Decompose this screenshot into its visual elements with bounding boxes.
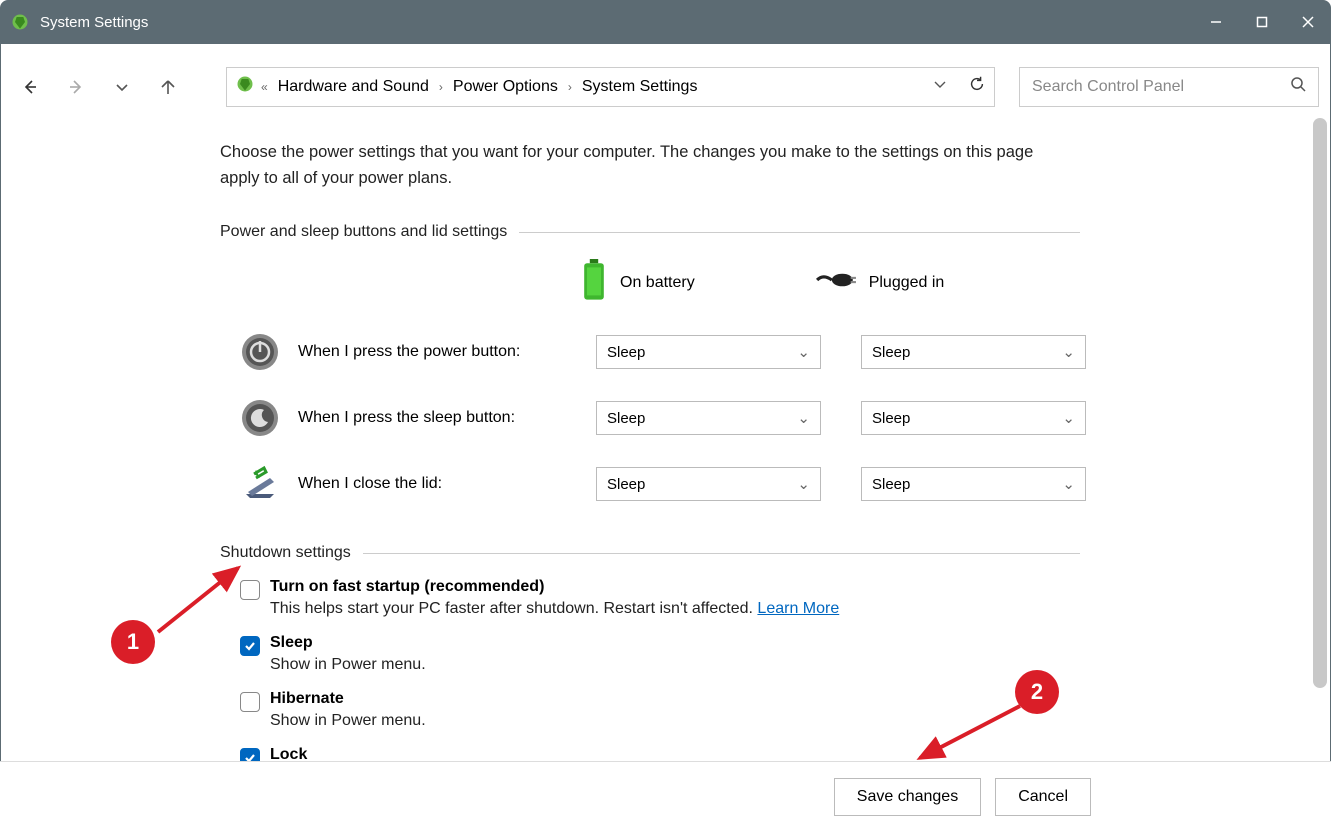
select-power-plugged[interactable]: Sleep⌄ [861, 335, 1086, 369]
window-title: System Settings [40, 14, 148, 31]
annotation-arrow-1 [150, 560, 250, 640]
setting-row-sleep-button: When I press the sleep button: Sleep⌄ Sl… [220, 398, 1331, 438]
column-headers: On battery Plugged in [220, 259, 1331, 306]
setting-label: When I press the power button: [298, 343, 578, 361]
lid-icon [240, 464, 280, 504]
save-changes-button[interactable]: Save changes [834, 778, 981, 816]
control-panel-icon [235, 74, 255, 99]
select-sleep-battery[interactable]: Sleep⌄ [596, 401, 821, 435]
breadcrumb-item[interactable]: System Settings [578, 78, 702, 96]
checkbox-title: Sleep [270, 634, 426, 652]
search-input[interactable] [1032, 78, 1290, 96]
breadcrumb-item[interactable]: Hardware and Sound [274, 78, 433, 96]
checkbox-title: Turn on fast startup (recommended) [270, 578, 839, 596]
column-header-battery: On battery [580, 259, 695, 306]
checkbox-subtitle: Show in Power menu. [270, 712, 426, 730]
setting-label: When I close the lid: [298, 475, 578, 493]
breadcrumb-item[interactable]: Power Options [449, 78, 562, 96]
select-sleep-plugged[interactable]: Sleep⌄ [861, 401, 1086, 435]
checkbox-hibernate[interactable] [240, 692, 260, 712]
select-lid-plugged[interactable]: Sleep⌄ [861, 467, 1086, 501]
column-header-plugged: Plugged in [815, 259, 945, 306]
annotation-badge-1: 1 [111, 620, 155, 664]
search-icon[interactable] [1290, 76, 1306, 97]
app-icon [10, 12, 30, 32]
section-header-buttons: Power and sleep buttons and lid settings [220, 223, 1080, 241]
plug-icon [815, 268, 857, 297]
minimize-button[interactable] [1193, 0, 1239, 44]
navbar: « Hardware and Sound › Power Options › S… [0, 58, 1331, 116]
forward-button[interactable] [58, 69, 94, 105]
back-button[interactable] [12, 69, 48, 105]
chevron-down-icon[interactable] [932, 76, 948, 97]
checkbox-row-hibernate: Hibernate Show in Power menu. [240, 690, 1331, 730]
learn-more-link[interactable]: Learn More [757, 600, 839, 617]
checkbox-row-sleep: Sleep Show in Power menu. [240, 634, 1331, 674]
checkbox-row-fast-startup: Turn on fast startup (recommended) This … [240, 578, 1331, 618]
battery-icon [580, 259, 608, 306]
recent-locations-button[interactable] [104, 69, 140, 105]
intro-text: Choose the power settings that you want … [220, 140, 1070, 191]
chevron-left-icon: « [261, 80, 268, 94]
power-button-icon [240, 332, 280, 372]
sleep-button-icon [240, 398, 280, 438]
refresh-icon[interactable] [968, 75, 986, 98]
setting-row-lid: When I close the lid: Sleep⌄ Sleep⌄ [220, 464, 1331, 504]
up-button[interactable] [150, 69, 186, 105]
titlebar: System Settings [0, 0, 1331, 44]
close-button[interactable] [1285, 0, 1331, 44]
column-label: Plugged in [869, 274, 945, 292]
address-bar[interactable]: « Hardware and Sound › Power Options › S… [226, 67, 995, 107]
setting-row-power-button: When I press the power button: Sleep⌄ Sl… [220, 332, 1331, 372]
content-area: Choose the power settings that you want … [0, 118, 1331, 761]
checkbox-subtitle: This helps start your PC faster after sh… [270, 600, 839, 618]
annotation-badge-2: 2 [1015, 670, 1059, 714]
select-power-battery[interactable]: Sleep⌄ [596, 335, 821, 369]
cancel-button[interactable]: Cancel [995, 778, 1091, 816]
checkbox-title: Lock [270, 746, 307, 761]
setting-label: When I press the sleep button: [298, 409, 578, 427]
search-box[interactable] [1019, 67, 1319, 107]
footer: Save changes Cancel [0, 761, 1331, 831]
shutdown-settings-list: Turn on fast startup (recommended) This … [220, 578, 1331, 761]
section-header-shutdown: Shutdown settings [220, 544, 1080, 562]
checkbox-row-lock: Lock [240, 746, 1331, 761]
chevron-right-icon: › [439, 80, 443, 94]
column-label: On battery [620, 274, 695, 292]
select-lid-battery[interactable]: Sleep⌄ [596, 467, 821, 501]
chevron-right-icon: › [568, 80, 572, 94]
maximize-button[interactable] [1239, 0, 1285, 44]
annotation-arrow-2 [910, 700, 1030, 770]
section-title: Power and sleep buttons and lid settings [220, 223, 507, 241]
checkbox-subtitle: Show in Power menu. [270, 656, 426, 674]
checkbox-lock[interactable] [240, 748, 260, 761]
checkbox-title: Hibernate [270, 690, 426, 708]
